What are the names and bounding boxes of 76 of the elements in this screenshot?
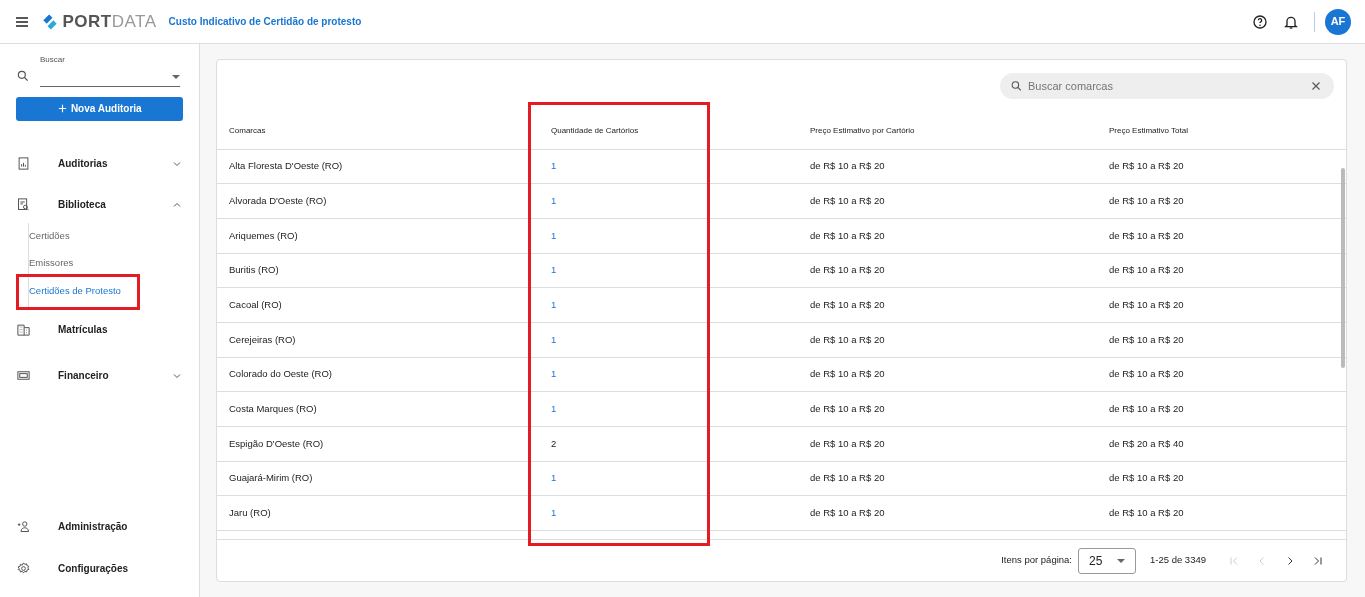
- table-cell: Costa Marques (RO): [217, 391, 539, 427]
- table-cell: Ariquemes (RO): [217, 218, 539, 254]
- search-dropdown[interactable]: Buscar: [40, 54, 180, 87]
- table-cell: 2: [539, 426, 798, 462]
- brand-name: PORT: [62, 10, 112, 33]
- table-cell: de R$ 10 a R$ 20: [798, 183, 1097, 219]
- building-icon: [16, 322, 31, 337]
- table-cell-link[interactable]: 1: [539, 287, 798, 323]
- table-cell: de R$ 10 a R$ 20: [798, 495, 1097, 531]
- sidebar-item[interactable]: Financeiro: [16, 352, 183, 399]
- last-page-icon: [1312, 554, 1324, 567]
- settings-icon: [16, 560, 31, 576]
- sidebar-item[interactable]: Biblioteca: [16, 186, 183, 223]
- column-header: Preço Estimativo por Cartório: [798, 113, 1097, 149]
- first-page-icon: [1228, 554, 1240, 567]
- table-cell-link[interactable]: 1: [539, 253, 798, 288]
- table-cell: de R$ 10 a R$ 20: [1097, 495, 1346, 531]
- table-cell: Cerejeiras (RO): [217, 322, 539, 358]
- page-size-label: Itens por página:: [1001, 553, 1072, 568]
- page-size-dropdown[interactable]: 25: [1078, 547, 1136, 574]
- table-cell: de R$ 10 a R$ 20: [798, 461, 1097, 496]
- sidebar-item[interactable]: Administração: [16, 505, 183, 547]
- column-header: Quantidade de Cartórios: [539, 113, 798, 149]
- table-cell: de R$ 10 a R$ 20: [798, 253, 1097, 288]
- table-cell: de R$ 10 a R$ 20: [1097, 391, 1346, 427]
- table-cell: de R$ 10 a R$ 20: [798, 149, 1097, 184]
- sidebar-item[interactable]: Configurações: [16, 547, 183, 589]
- new-audit-button[interactable]: Nova Auditoria: [16, 96, 183, 121]
- search-field[interactable]: Buscar comarcas: [1000, 73, 1334, 99]
- chart-document-icon: [16, 156, 31, 171]
- search-icon: [16, 68, 30, 83]
- close-icon[interactable]: [1310, 80, 1322, 92]
- column-header: Comarcas: [217, 113, 539, 149]
- table-cell: Guajará-Mirim (RO): [217, 461, 539, 496]
- table-cell: Cacoal (RO): [217, 287, 539, 323]
- column-header: Preço Estimativo Total: [1097, 113, 1346, 149]
- table-cell: Espigão D'Oeste (RO): [217, 426, 539, 462]
- page-title: Custo Indicativo de Certidão de protesto: [168, 15, 362, 29]
- table-cell-link[interactable]: 1: [539, 357, 798, 392]
- table-cell: de R$ 10 a R$ 20: [798, 357, 1097, 392]
- table-cell: Buritis (RO): [217, 253, 539, 288]
- caret-icon: [1117, 558, 1125, 563]
- sidebar-subitem[interactable]: Certidões de Protesto: [19, 276, 137, 307]
- help-button[interactable]: [1252, 13, 1268, 30]
- plus-icon: [57, 103, 69, 114]
- sidebar-subitem[interactable]: Certidões: [29, 222, 183, 250]
- table-cell: Alta Floresta D'Oeste (RO): [217, 149, 539, 184]
- table-cell-link[interactable]: 1: [539, 391, 798, 427]
- sidebar-item[interactable]: Auditorias: [16, 140, 183, 187]
- document-search-icon: [16, 197, 31, 212]
- table-cell-link[interactable]: 1: [539, 183, 798, 219]
- table-cell-link[interactable]: 1: [539, 461, 798, 496]
- help-icon: [1252, 13, 1268, 30]
- table-cell: de R$ 10 a R$ 20: [798, 287, 1097, 323]
- table-cell: de R$ 10 a R$ 20: [798, 322, 1097, 358]
- table-cell: Colorado do Oeste (RO): [217, 357, 539, 392]
- table-cell: de R$ 10 a R$ 20: [798, 426, 1097, 462]
- banknote-icon: [16, 368, 31, 383]
- table-cell-link[interactable]: 1: [539, 149, 798, 184]
- page-range: 1-25 de 3349: [1150, 553, 1206, 568]
- sidebar-item[interactable]: Matrículas: [16, 306, 183, 353]
- user-avatar[interactable]: AF: [1325, 8, 1351, 35]
- sidebar-subitem[interactable]: Emissores: [29, 249, 183, 277]
- person-add-icon: [16, 518, 31, 534]
- brand-name-suffix: DATA: [111, 10, 157, 33]
- search-icon: [1010, 79, 1023, 93]
- table-cell-link[interactable]: 1: [539, 322, 798, 358]
- table-cell: de R$ 20 a R$ 40: [1097, 426, 1346, 462]
- table-cell: de R$ 10 a R$ 20: [1097, 461, 1346, 496]
- caret-icon: [172, 75, 180, 79]
- table-cell: de R$ 10 a R$ 20: [798, 218, 1097, 254]
- table-cell: Jaru (RO): [217, 495, 539, 531]
- table-cell-link[interactable]: 1: [539, 218, 798, 254]
- table-cell-link[interactable]: 1: [539, 495, 798, 531]
- table-cell: Alvorada D'Oeste (RO): [217, 183, 539, 219]
- table-cell: de R$ 10 a R$ 20: [798, 391, 1097, 427]
